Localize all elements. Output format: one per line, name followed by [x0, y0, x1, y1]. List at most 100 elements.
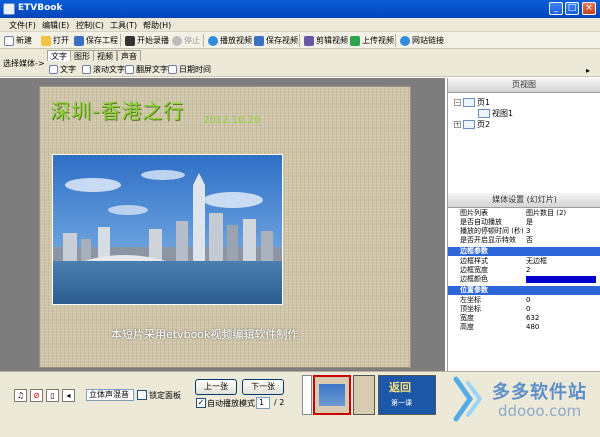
- page-number-input[interactable]: 1: [256, 397, 270, 409]
- prop-value[interactable]: 0: [526, 296, 530, 305]
- site-link-button[interactable]: 网站链接: [400, 34, 444, 47]
- prev-button[interactable]: 上一张: [195, 379, 237, 395]
- save-project-button[interactable]: 保存工程: [74, 34, 118, 47]
- stop-button[interactable]: 停止: [172, 34, 200, 47]
- prop-value[interactable]: 0: [526, 305, 530, 314]
- open-button[interactable]: 打开: [41, 34, 69, 47]
- collapse-icon[interactable]: −: [454, 99, 461, 106]
- tree-view-1[interactable]: 视图1: [478, 108, 513, 119]
- text-tool-label: 文字: [60, 65, 76, 74]
- audio-icon[interactable]: ♫: [14, 389, 27, 402]
- prop-value[interactable]: 是: [526, 218, 533, 227]
- expand-icon[interactable]: +: [454, 121, 461, 128]
- text-icon: [49, 65, 58, 74]
- audio-mode-field[interactable]: 立体声混音: [86, 389, 134, 401]
- prop-row[interactable]: 播放的停顿时间 (秒) 3: [448, 227, 600, 236]
- slide-title[interactable]: 深圳-香港之行: [50, 95, 184, 124]
- page-total: / 2: [274, 398, 285, 407]
- prop-value[interactable]: 480: [526, 323, 539, 332]
- menu-control[interactable]: 控制(C): [76, 20, 104, 31]
- upload-video-button[interactable]: 上传视频: [350, 34, 394, 47]
- play-video-button[interactable]: 播放视频: [208, 34, 252, 47]
- prop-value[interactable]: 2: [526, 266, 530, 275]
- tab-video[interactable]: 视频: [93, 50, 117, 61]
- prop-row[interactable]: 高度 480: [448, 323, 600, 332]
- tree-page-1[interactable]: − 页1: [454, 97, 490, 108]
- record-icon[interactable]: ▯: [46, 389, 59, 402]
- menu-file[interactable]: 文件(F): [9, 20, 36, 31]
- globe-icon: [400, 35, 410, 46]
- new-button[interactable]: 新建: [4, 34, 32, 47]
- text-tool-button[interactable]: 文字: [49, 64, 76, 75]
- mute-icon[interactable]: ⊘: [30, 389, 43, 402]
- window-title: ETVBook: [18, 3, 63, 13]
- scroll-text-button[interactable]: 滚动文字: [82, 64, 125, 75]
- flip-text-button[interactable]: 翻屏文字: [125, 64, 168, 75]
- prop-row[interactable]: 宽度 632: [448, 314, 600, 323]
- thumbnail-slide-2[interactable]: 返回 第一课: [378, 375, 436, 415]
- cut-video-label: 剪辑视频: [316, 36, 348, 45]
- film-icon: [125, 35, 135, 46]
- thumbnail-strip-start: [302, 375, 312, 415]
- speaker-icon[interactable]: ◂: [62, 389, 75, 402]
- section-label: 位置参数: [460, 286, 488, 294]
- thumbnail-sub-text: 第一课: [391, 399, 412, 407]
- prop-row[interactable]: 顶坐标 0: [448, 305, 600, 314]
- media-settings-header: 媒体设置 (幻灯片): [448, 193, 600, 208]
- app-icon: [3, 3, 15, 15]
- prop-value[interactable]: 632: [526, 314, 539, 323]
- save-icon: [74, 35, 84, 46]
- next-button[interactable]: 下一张: [242, 379, 284, 395]
- skyline-photo: [53, 155, 282, 304]
- auto-play-checkbox[interactable]: ✓: [196, 398, 206, 408]
- page-icon: [463, 98, 475, 107]
- close-button[interactable]: ×: [582, 2, 596, 15]
- prop-key: 边框颜色: [460, 275, 488, 283]
- tree-view-1-label: 视图1: [492, 109, 514, 118]
- prop-value[interactable]: 无边框: [526, 257, 547, 266]
- maximize-button[interactable]: □: [565, 2, 579, 15]
- title-bar[interactable]: ETVBook _ □ ×: [0, 0, 600, 18]
- tree-page-2[interactable]: + 页2: [454, 119, 490, 130]
- watermark-url: ddooo.com: [498, 402, 582, 420]
- tab-graphics[interactable]: 图形: [70, 50, 94, 61]
- tab-sound[interactable]: 声音: [117, 50, 141, 61]
- cut-video-button[interactable]: 剪辑视频: [304, 34, 348, 47]
- prop-row[interactable]: 边框宽度 2: [448, 266, 600, 275]
- prop-value[interactable]: 否: [526, 236, 533, 245]
- prop-key: 播放的停顿时间 (秒): [460, 227, 524, 235]
- prop-value[interactable]: 图片数目 (2): [526, 209, 566, 218]
- section-label: 边框参数: [460, 247, 488, 255]
- tab-text[interactable]: 文字: [47, 50, 71, 61]
- border-color-swatch[interactable]: [526, 276, 596, 283]
- prop-value[interactable]: 3: [526, 227, 530, 236]
- menu-help[interactable]: 帮助(H): [143, 20, 171, 31]
- prop-row[interactable]: 边框样式 无边框: [448, 257, 600, 266]
- prop-row[interactable]: 图片列表 图片数目 (2): [448, 209, 600, 218]
- prop-row[interactable]: 左坐标 0: [448, 296, 600, 305]
- thumbnail-slide-1[interactable]: [313, 375, 351, 415]
- flip-text-icon: [125, 65, 134, 74]
- start-record-button[interactable]: 开始录播: [125, 34, 169, 47]
- menu-tools[interactable]: 工具(T): [110, 20, 137, 31]
- minimize-button[interactable]: _: [549, 2, 563, 15]
- flip-text-label: 翻屏文字: [136, 65, 168, 74]
- prop-row[interactable]: 边框颜色: [448, 275, 600, 284]
- open-label: 打开: [53, 36, 69, 45]
- slide-caption[interactable]: 本短片采用etvbook视频编辑软件制作: [111, 326, 298, 342]
- tab-scroll-arrow[interactable]: ▸: [586, 66, 590, 75]
- page-icon: [463, 120, 475, 129]
- prop-row[interactable]: 是否开启显示特效 否: [448, 236, 600, 245]
- save-project-label: 保存工程: [86, 36, 118, 45]
- slide-date[interactable]: 2012.10.20: [203, 115, 260, 126]
- thumbnail-slide-1b[interactable]: [353, 375, 375, 415]
- lock-panel-checkbox[interactable]: [137, 390, 147, 400]
- slide-photo[interactable]: [52, 154, 283, 305]
- menu-edit[interactable]: 编辑(E): [42, 20, 69, 31]
- scissors-icon: [304, 35, 314, 46]
- prop-row[interactable]: 是否自动播放 是: [448, 218, 600, 227]
- date-time-button[interactable]: 日期时间: [168, 64, 211, 75]
- save-video-button[interactable]: 保存视频: [254, 34, 298, 47]
- scroll-text-label: 滚动文字: [93, 65, 125, 74]
- border-section-header: 边框参数: [448, 247, 600, 256]
